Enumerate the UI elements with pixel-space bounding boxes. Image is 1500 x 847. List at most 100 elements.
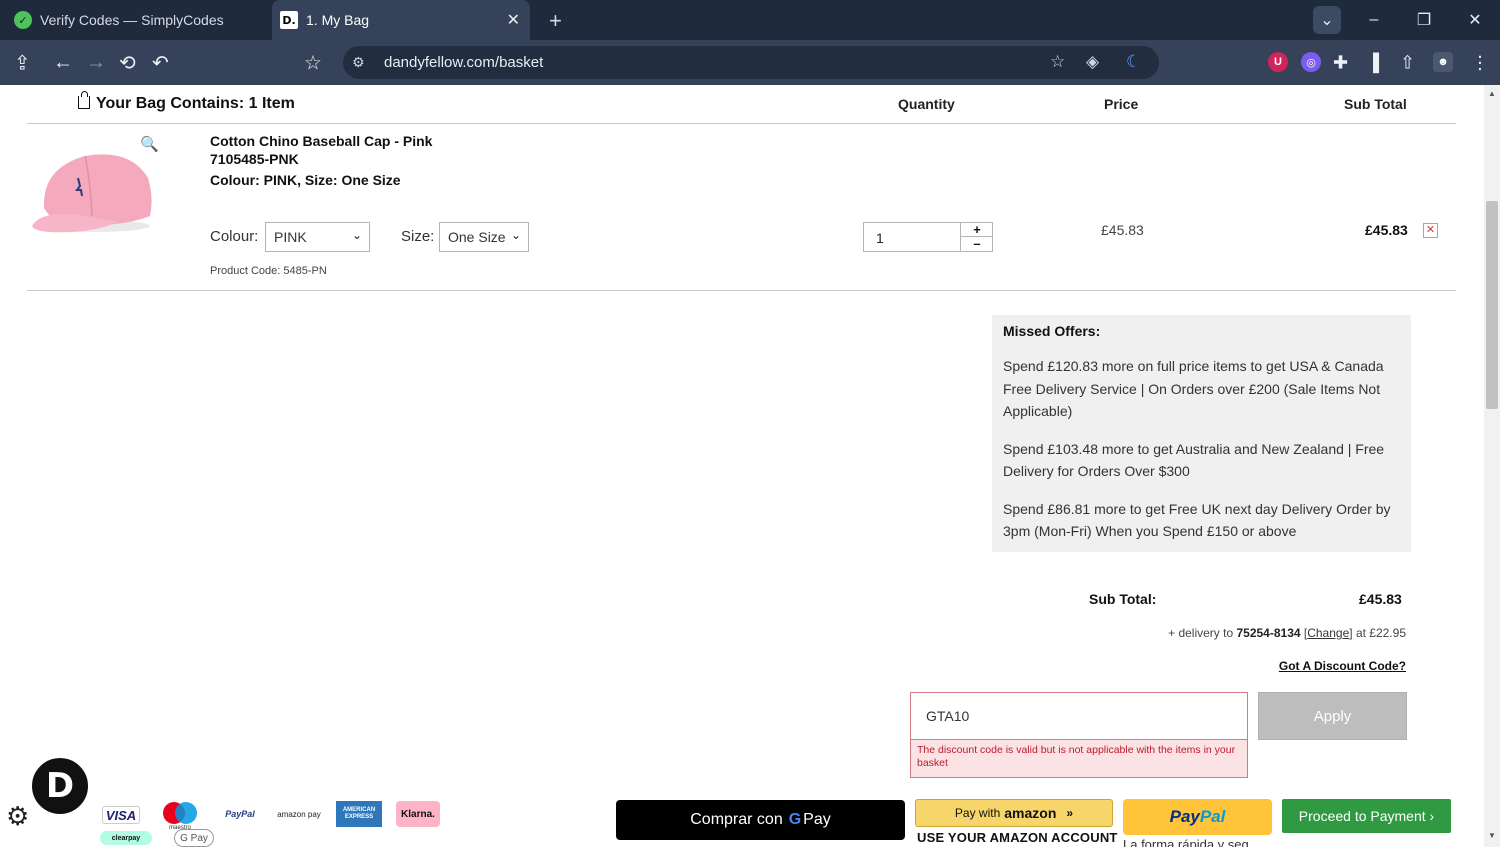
colour-select-value: PINK bbox=[274, 229, 307, 245]
quantity-header: Quantity bbox=[898, 96, 955, 112]
back-icon[interactable]: ← bbox=[53, 51, 73, 74]
missed-offers-title: Missed Offers: bbox=[1003, 323, 1101, 339]
apply-discount-button[interactable]: Apply bbox=[1258, 692, 1407, 740]
quantity-buttons: + – bbox=[960, 223, 993, 251]
proceed-to-payment-button[interactable]: Proceed to Payment › bbox=[1282, 799, 1451, 833]
browser-tab-bar: ✓ Verify Codes — SimplyCodes D. 1. My Ba… bbox=[0, 0, 1500, 40]
size-select[interactable]: One Size ⌄ bbox=[439, 222, 529, 252]
offer-item: Spend £86.81 more to get Free UK next da… bbox=[1003, 500, 1391, 540]
address-bar[interactable]: ⚙ dandyfellow.com/basket ☆ ◈ ☾ bbox=[343, 46, 1159, 79]
dandyfellow-badge[interactable]: D bbox=[30, 756, 90, 816]
size-select-value: One Size bbox=[448, 229, 506, 245]
item-price: £45.83 bbox=[1101, 222, 1144, 238]
zoom-icon[interactable]: 🔍 bbox=[140, 135, 159, 153]
gear-icon[interactable]: ⚙ bbox=[6, 801, 29, 832]
divider bbox=[27, 123, 1456, 124]
colour-label: Colour: bbox=[210, 228, 259, 245]
subtotal-label: Sub Total: bbox=[1089, 591, 1157, 607]
tab-title: Verify Codes — SimplyCodes bbox=[40, 12, 224, 28]
undo-icon[interactable]: ↶ bbox=[152, 50, 169, 75]
page-scrollbar[interactable]: ▲ ▼ bbox=[1484, 85, 1500, 847]
discount-error-message: The discount code is valid but is not ap… bbox=[910, 740, 1248, 778]
gpay-prefix: Comprar con bbox=[690, 811, 783, 828]
product-image[interactable] bbox=[30, 138, 158, 243]
restore-icon[interactable]: ❐ bbox=[1410, 6, 1438, 34]
google-pay-button[interactable]: Comprar con G Pay bbox=[616, 800, 905, 840]
colour-select[interactable]: PINK ⌄ bbox=[265, 222, 370, 252]
chevrons-icon: » bbox=[1066, 806, 1074, 820]
offer-item: Spend £120.83 more on full price items t… bbox=[1003, 358, 1384, 419]
delivery-cost: at £22.95 bbox=[1352, 626, 1406, 640]
item-subtotal: £45.83 bbox=[1365, 222, 1408, 238]
tab-simplycodes[interactable]: ✓ Verify Codes — SimplyCodes bbox=[0, 0, 272, 40]
upload-icon[interactable]: ⇧ bbox=[1400, 52, 1415, 73]
new-tab-icon[interactable]: + bbox=[549, 8, 562, 34]
delivery-info: + delivery to 75254-8134 [Change] at £22… bbox=[1168, 626, 1406, 640]
delivery-prefix: + delivery to bbox=[1168, 626, 1237, 640]
simplycodes-icon: ✓ bbox=[14, 11, 32, 29]
size-label: Size: bbox=[401, 228, 435, 245]
basket-page: Your Bag Contains: 1 Item Quantity Price… bbox=[0, 85, 1484, 847]
bookmark-icon[interactable]: ☆ bbox=[304, 50, 322, 75]
product-variant: Colour: PINK, Size: One Size bbox=[210, 172, 401, 188]
subtotal-header: Sub Total bbox=[1344, 96, 1407, 112]
chevron-down-icon: ⌄ bbox=[510, 228, 521, 242]
ublock-icon[interactable]: U bbox=[1268, 52, 1288, 72]
amazon-pay-logo: amazon pay bbox=[277, 809, 321, 819]
bag-heading-text: Your Bag Contains: 1 Item bbox=[96, 95, 295, 112]
layers-icon[interactable]: ◈ bbox=[1086, 52, 1099, 72]
remove-item-button[interactable]: ✕ bbox=[1423, 223, 1438, 238]
change-delivery-link[interactable]: Change bbox=[1307, 626, 1349, 640]
divider bbox=[27, 290, 1456, 291]
gpay-logo: G Pay bbox=[174, 829, 214, 847]
site-info-icon[interactable]: ⚙ bbox=[352, 54, 365, 71]
visa-logo: VISA bbox=[102, 806, 140, 824]
forward-icon[interactable]: → bbox=[86, 51, 106, 74]
tab-search-icon[interactable]: ⌄ bbox=[1313, 6, 1341, 34]
close-window-icon[interactable]: ✕ bbox=[1461, 6, 1489, 34]
scroll-down-icon[interactable]: ▼ bbox=[1488, 831, 1496, 840]
amazon-subtext: USE YOUR AMAZON ACCOUNT bbox=[917, 830, 1118, 845]
maestro-logo bbox=[161, 799, 199, 827]
amazon-prefix: Pay with bbox=[954, 806, 1001, 820]
delivery-zip: 75254-8134 bbox=[1236, 626, 1301, 640]
chevron-down-icon: ⌄ bbox=[351, 228, 362, 242]
google-g-icon: G bbox=[788, 811, 802, 828]
amazon-brand: amazon bbox=[1004, 805, 1057, 821]
menu-icon[interactable]: ⋮ bbox=[1471, 52, 1489, 73]
tab-my-bag[interactable]: D. 1. My Bag ✕ bbox=[272, 0, 530, 40]
product-name[interactable]: Cotton Chino Baseball Cap - Pink bbox=[210, 133, 432, 149]
puzzle-icon[interactable]: ✚ bbox=[1333, 52, 1348, 73]
tab-export-icon[interactable]: ⇪ bbox=[14, 50, 31, 75]
gpay-suffix: Pay bbox=[803, 811, 831, 828]
discount-code-input[interactable] bbox=[910, 692, 1248, 740]
dark-mode-icon[interactable]: ☾ bbox=[1126, 52, 1141, 72]
paypal-text-a: Pay bbox=[1169, 807, 1200, 826]
paypal-subtext: La forma rápida y seg bbox=[1123, 837, 1249, 847]
scroll-thumb[interactable] bbox=[1486, 201, 1498, 409]
bag-heading: Your Bag Contains: 1 Item bbox=[78, 90, 295, 113]
paypal-text-b: Pal bbox=[1199, 807, 1226, 826]
product-sku: 7105485-PNK bbox=[210, 151, 299, 167]
quantity-decrease-button[interactable]: – bbox=[961, 237, 993, 251]
minimize-icon[interactable]: – bbox=[1360, 6, 1388, 34]
subtotal-value: £45.83 bbox=[1359, 591, 1402, 607]
quantity-increase-button[interactable]: + bbox=[961, 223, 993, 237]
discount-code-link[interactable]: Got A Discount Code? bbox=[1279, 659, 1406, 673]
reload-icon[interactable]: ⟲ bbox=[119, 50, 136, 75]
extension-icon[interactable]: ◎ bbox=[1301, 52, 1321, 72]
paypal-button[interactable]: Pay Pal bbox=[1123, 799, 1272, 835]
url-text[interactable]: dandyfellow.com/basket bbox=[384, 54, 543, 71]
close-tab-icon[interactable]: ✕ bbox=[507, 10, 520, 30]
profile-icon[interactable]: ☻ bbox=[1433, 52, 1453, 72]
browser-toolbar: ⇪ ← → ⟲ ↶ ☆ ⚙ dandyfellow.com/basket ☆ ◈… bbox=[0, 40, 1500, 85]
quantity-value[interactable]: 1 bbox=[876, 230, 884, 246]
scroll-up-icon[interactable]: ▲ bbox=[1488, 89, 1496, 98]
amex-logo: AMERICAN EXPRESS bbox=[336, 801, 382, 827]
amazon-pay-button[interactable]: Pay with amazon » bbox=[915, 799, 1113, 827]
tab-title: 1. My Bag bbox=[306, 12, 370, 28]
star-icon[interactable]: ☆ bbox=[1050, 52, 1065, 72]
quantity-stepper[interactable]: 1 + – bbox=[863, 222, 993, 252]
missed-offers-box: Missed Offers: Spend £120.83 more on ful… bbox=[992, 315, 1411, 552]
sidebar-icon[interactable]: ▐ bbox=[1367, 53, 1379, 73]
